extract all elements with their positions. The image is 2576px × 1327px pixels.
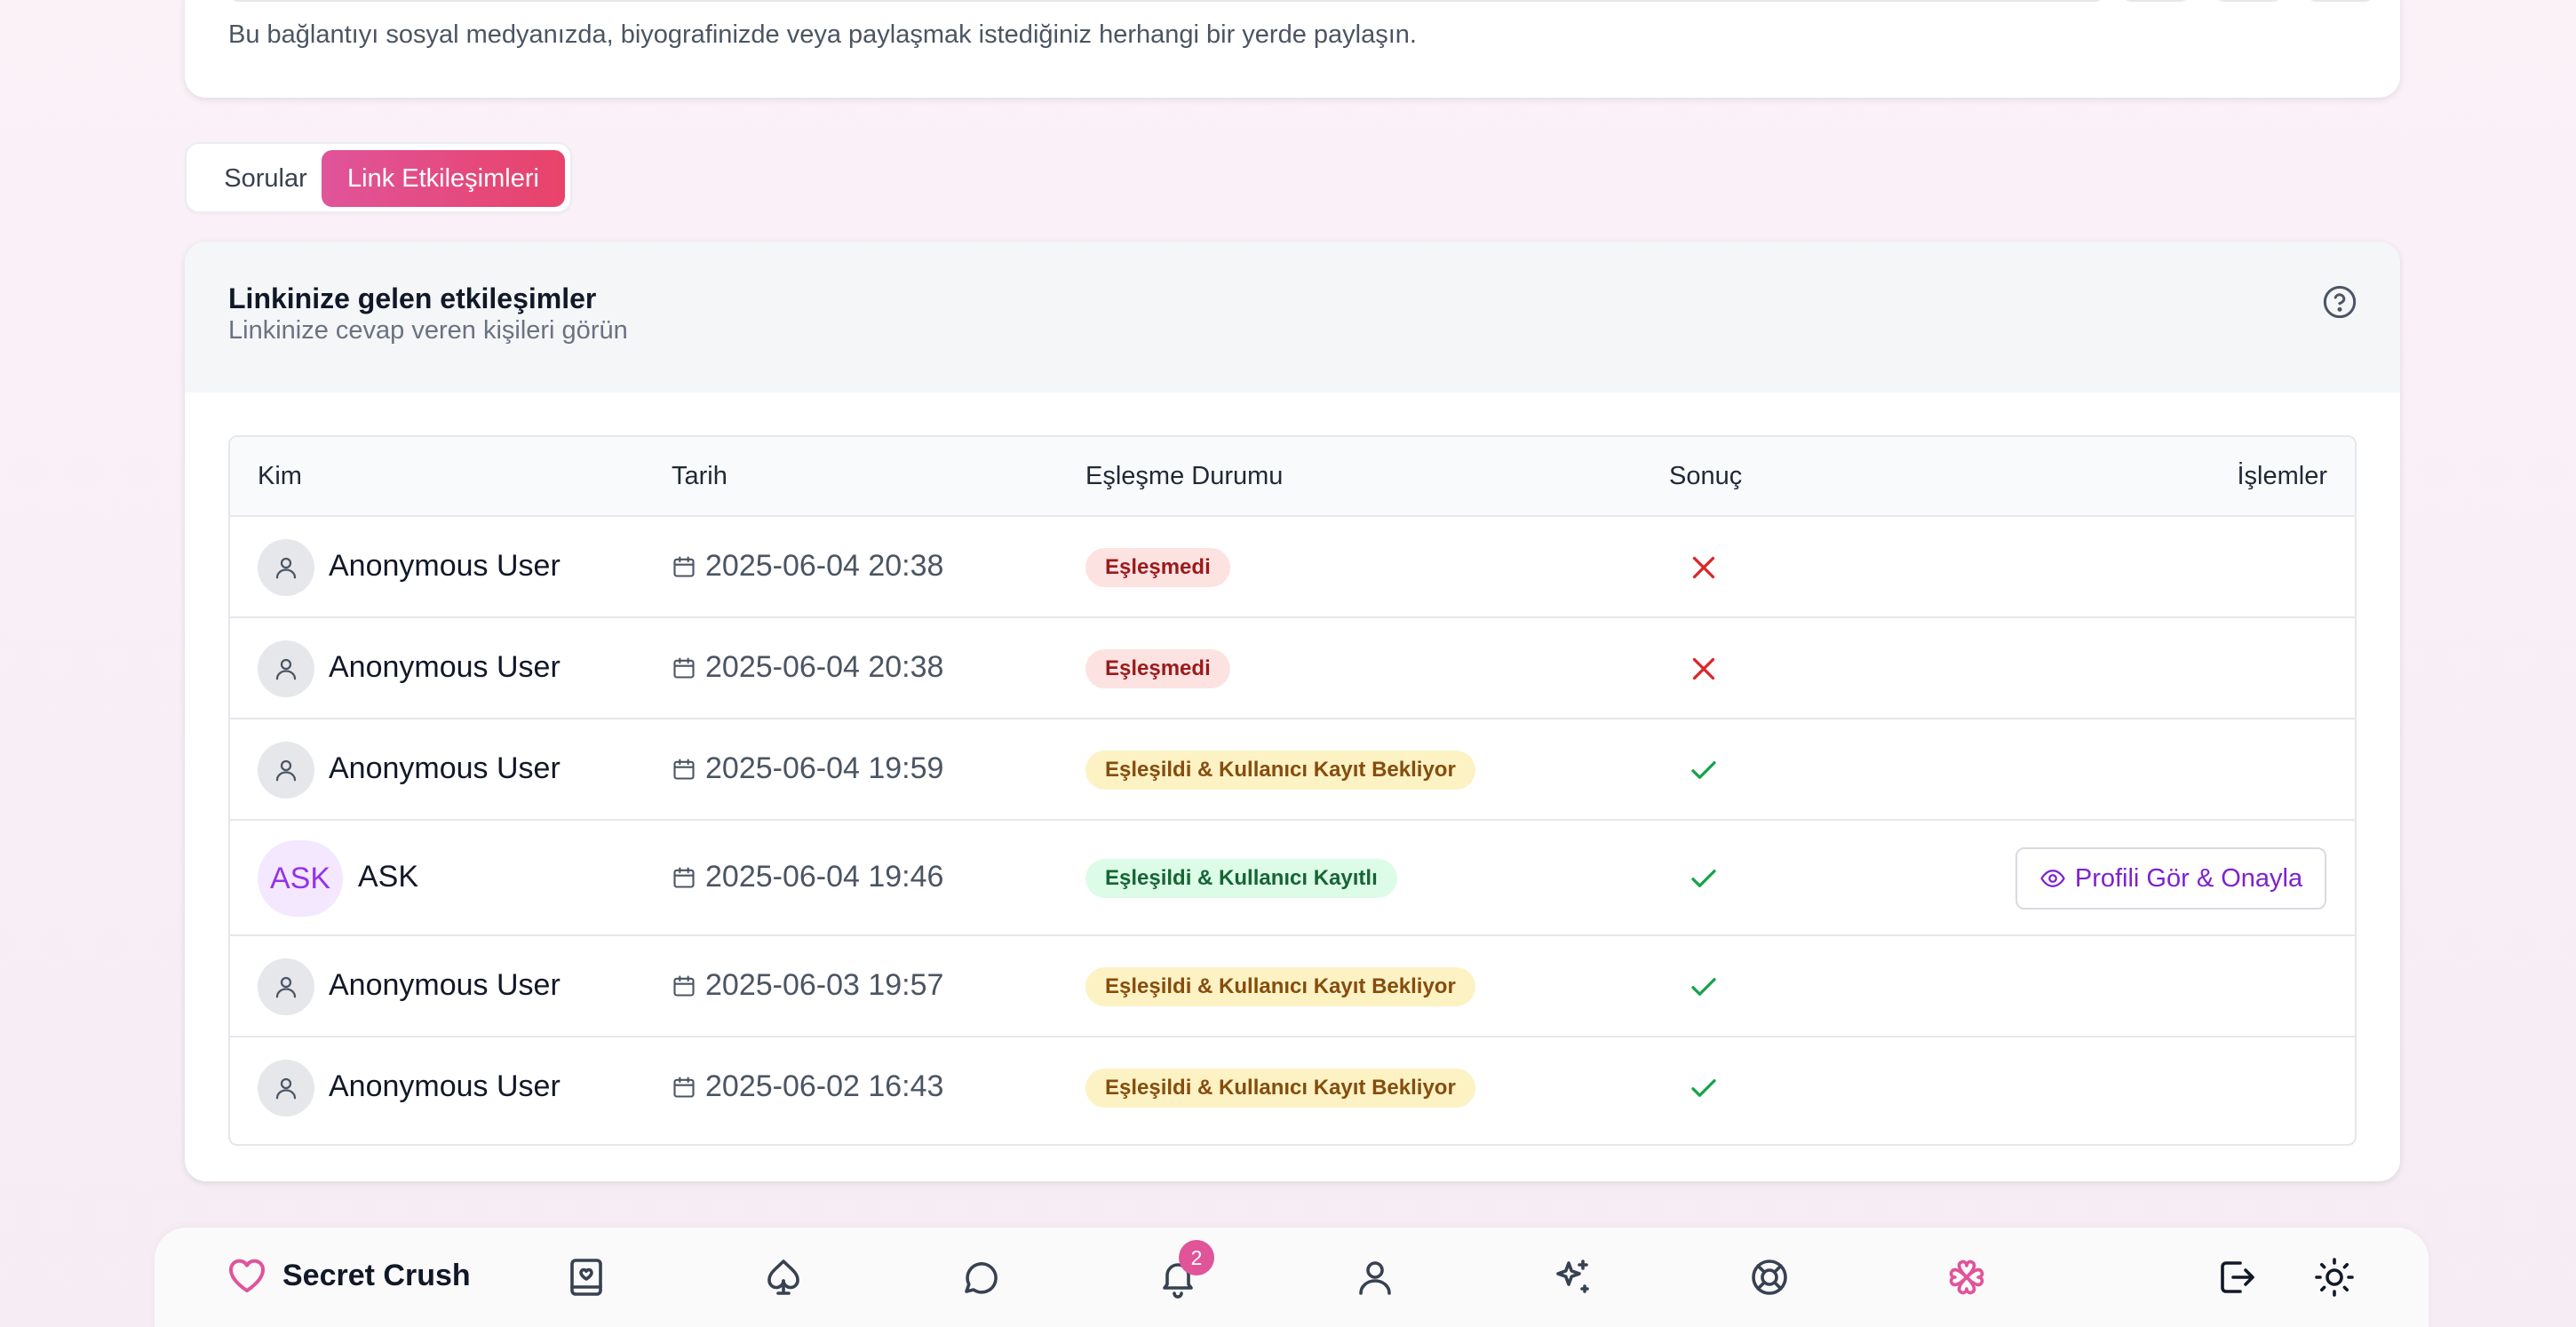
table-header: Kim Tarih Eşleşme Durumu Sonuç İşlemler: [230, 437, 2355, 517]
table-row: Anonymous User 2025-06-04 20:38 Eşleşmed…: [230, 517, 2355, 618]
table-row: ASK ASK 2025-06-04 19:46 Eşleşildi & Kul…: [230, 821, 2355, 936]
clover-icon[interactable]: [1945, 1256, 1988, 1299]
avatar: ASK: [258, 840, 343, 917]
brand-name: Secret Crush: [282, 1258, 471, 1292]
card-title: Linkinize gelen etkileşimler: [228, 282, 597, 314]
avatar: [258, 742, 314, 799]
user-name: Anonymous User: [329, 968, 561, 1002]
date-cell: 2025-06-04 20:38: [672, 549, 943, 584]
calendar-icon: [673, 974, 695, 997]
date-text: 2025-06-04 20:38: [705, 650, 944, 684]
qr-button[interactable]: [2306, 0, 2375, 2]
date-cell: 2025-06-04 20:38: [672, 650, 943, 685]
calendar-icon: [673, 758, 695, 780]
tab-bar: Sorular Link Etkileşimleri: [185, 142, 572, 213]
chat-icon[interactable]: [959, 1256, 1002, 1299]
sparkles-icon[interactable]: [1551, 1256, 1594, 1299]
share-link-input[interactable]: [228, 0, 2105, 2]
tab-link-interactions[interactable]: Link Etkileşimleri: [322, 150, 565, 207]
tab-questions[interactable]: Sorular: [204, 150, 327, 207]
date-cell: 2025-06-04 19:59: [672, 751, 943, 786]
table-row: Anonymous User 2025-06-04 19:59 Eşleşild…: [230, 719, 2355, 821]
status-badge: Eşleşmedi: [1085, 649, 1230, 688]
user-icon: [275, 1077, 297, 1100]
card-header: Linkinize gelen etkileşimler Linkinize c…: [185, 242, 2400, 393]
header-result: Sonuç: [1669, 462, 1743, 490]
table-row: Anonymous User 2025-06-04 20:38 Eşleşmed…: [230, 618, 2355, 719]
notification-badge: 2: [1179, 1240, 1214, 1275]
table-row: Anonymous User 2025-06-03 19:57 Eşleşild…: [230, 936, 2355, 1037]
date-text: 2025-06-03 19:57: [705, 968, 944, 1002]
card-subtitle: Linkinize cevap veren kişileri görün: [228, 316, 628, 345]
view-profile-approve-button[interactable]: Profili Gör & Onayla: [2015, 847, 2326, 910]
avatar: [258, 958, 314, 1015]
status-badge: Eşleşmedi: [1085, 548, 1230, 587]
user-name: Anonymous User: [329, 549, 561, 583]
header-who: Kim: [258, 462, 302, 490]
date-text: 2025-06-04 19:46: [705, 860, 944, 894]
user-name: ASK: [358, 860, 419, 894]
header-date: Tarih: [672, 462, 727, 490]
heart-icon: [229, 1259, 265, 1292]
user-icon[interactable]: [1354, 1256, 1396, 1299]
interactions-card: Linkinize gelen etkileşimler Linkinize c…: [185, 242, 2400, 1181]
header-actions: İşlemler: [2237, 462, 2327, 490]
action-label: Profili Gör & Onayla: [2074, 863, 2303, 893]
brand[interactable]: Secret Crush: [226, 1254, 471, 1297]
table-row: Anonymous User 2025-06-02 16:43 Eşleşild…: [230, 1037, 2355, 1139]
user-name: Anonymous User: [329, 1069, 561, 1103]
calendar-icon: [673, 555, 695, 577]
calendar-icon: [673, 866, 695, 888]
user-icon: [275, 976, 297, 998]
status-badge: Eşleşildi & Kullanıcı Kayıt Bekliyor: [1085, 1069, 1475, 1108]
logout-icon[interactable]: [2215, 1256, 2258, 1299]
user-icon: [275, 557, 297, 579]
date-text: 2025-06-02 16:43: [705, 1069, 944, 1103]
date-text: 2025-06-04 20:38: [705, 549, 944, 583]
user-name: Anonymous User: [329, 751, 561, 785]
x-icon: [1692, 657, 1715, 680]
share-card: Bu bağlantıyı sosyal medyanızda, biyogra…: [185, 0, 2400, 98]
user-name: Anonymous User: [329, 650, 561, 684]
status-badge: Eşleşildi & Kullanıcı Kayıt Bekliyor: [1085, 967, 1475, 1006]
avatar: [258, 640, 314, 697]
spade-icon[interactable]: [762, 1256, 805, 1299]
check-icon: [1691, 870, 1716, 887]
avatar: [258, 1060, 314, 1116]
date-cell: 2025-06-02 16:43: [672, 1069, 943, 1104]
calendar-icon: [673, 1076, 695, 1098]
x-icon: [1692, 556, 1715, 579]
header-match-status: Eşleşme Durumu: [1085, 462, 1284, 490]
date-cell: 2025-06-04 19:46: [672, 860, 943, 894]
calendar-icon: [673, 656, 695, 679]
check-icon: [1691, 1079, 1716, 1097]
interactions-table: Kim Tarih Eşleşme Durumu Sonuç İşlemler …: [228, 435, 2357, 1146]
status-badge: Eşleşildi & Kullanıcı Kayıt Bekliyor: [1085, 751, 1475, 790]
check-icon: [1691, 761, 1716, 779]
user-icon: [275, 759, 297, 782]
eye-icon: [2040, 870, 2065, 887]
date-text: 2025-06-04 19:59: [705, 751, 944, 785]
help-circle-icon[interactable]: [2322, 284, 2357, 320]
bottom-nav: Secret Crush 2: [155, 1228, 2429, 1327]
copy-button[interactable]: [2121, 0, 2190, 2]
share-button[interactable]: [2214, 0, 2283, 2]
user-icon: [275, 658, 297, 680]
sun-icon[interactable]: [2313, 1256, 2356, 1299]
status-badge: Eşleşildi & Kullanıcı Kayıtlı: [1085, 859, 1397, 898]
share-description: Bu bağlantıyı sosyal medyanızda, biyogra…: [228, 20, 1417, 49]
lifebuoy-icon[interactable]: [1748, 1256, 1791, 1299]
check-icon: [1691, 978, 1716, 996]
avatar: [258, 539, 314, 596]
date-cell: 2025-06-03 19:57: [672, 968, 943, 1003]
book-heart-icon[interactable]: [565, 1256, 608, 1299]
